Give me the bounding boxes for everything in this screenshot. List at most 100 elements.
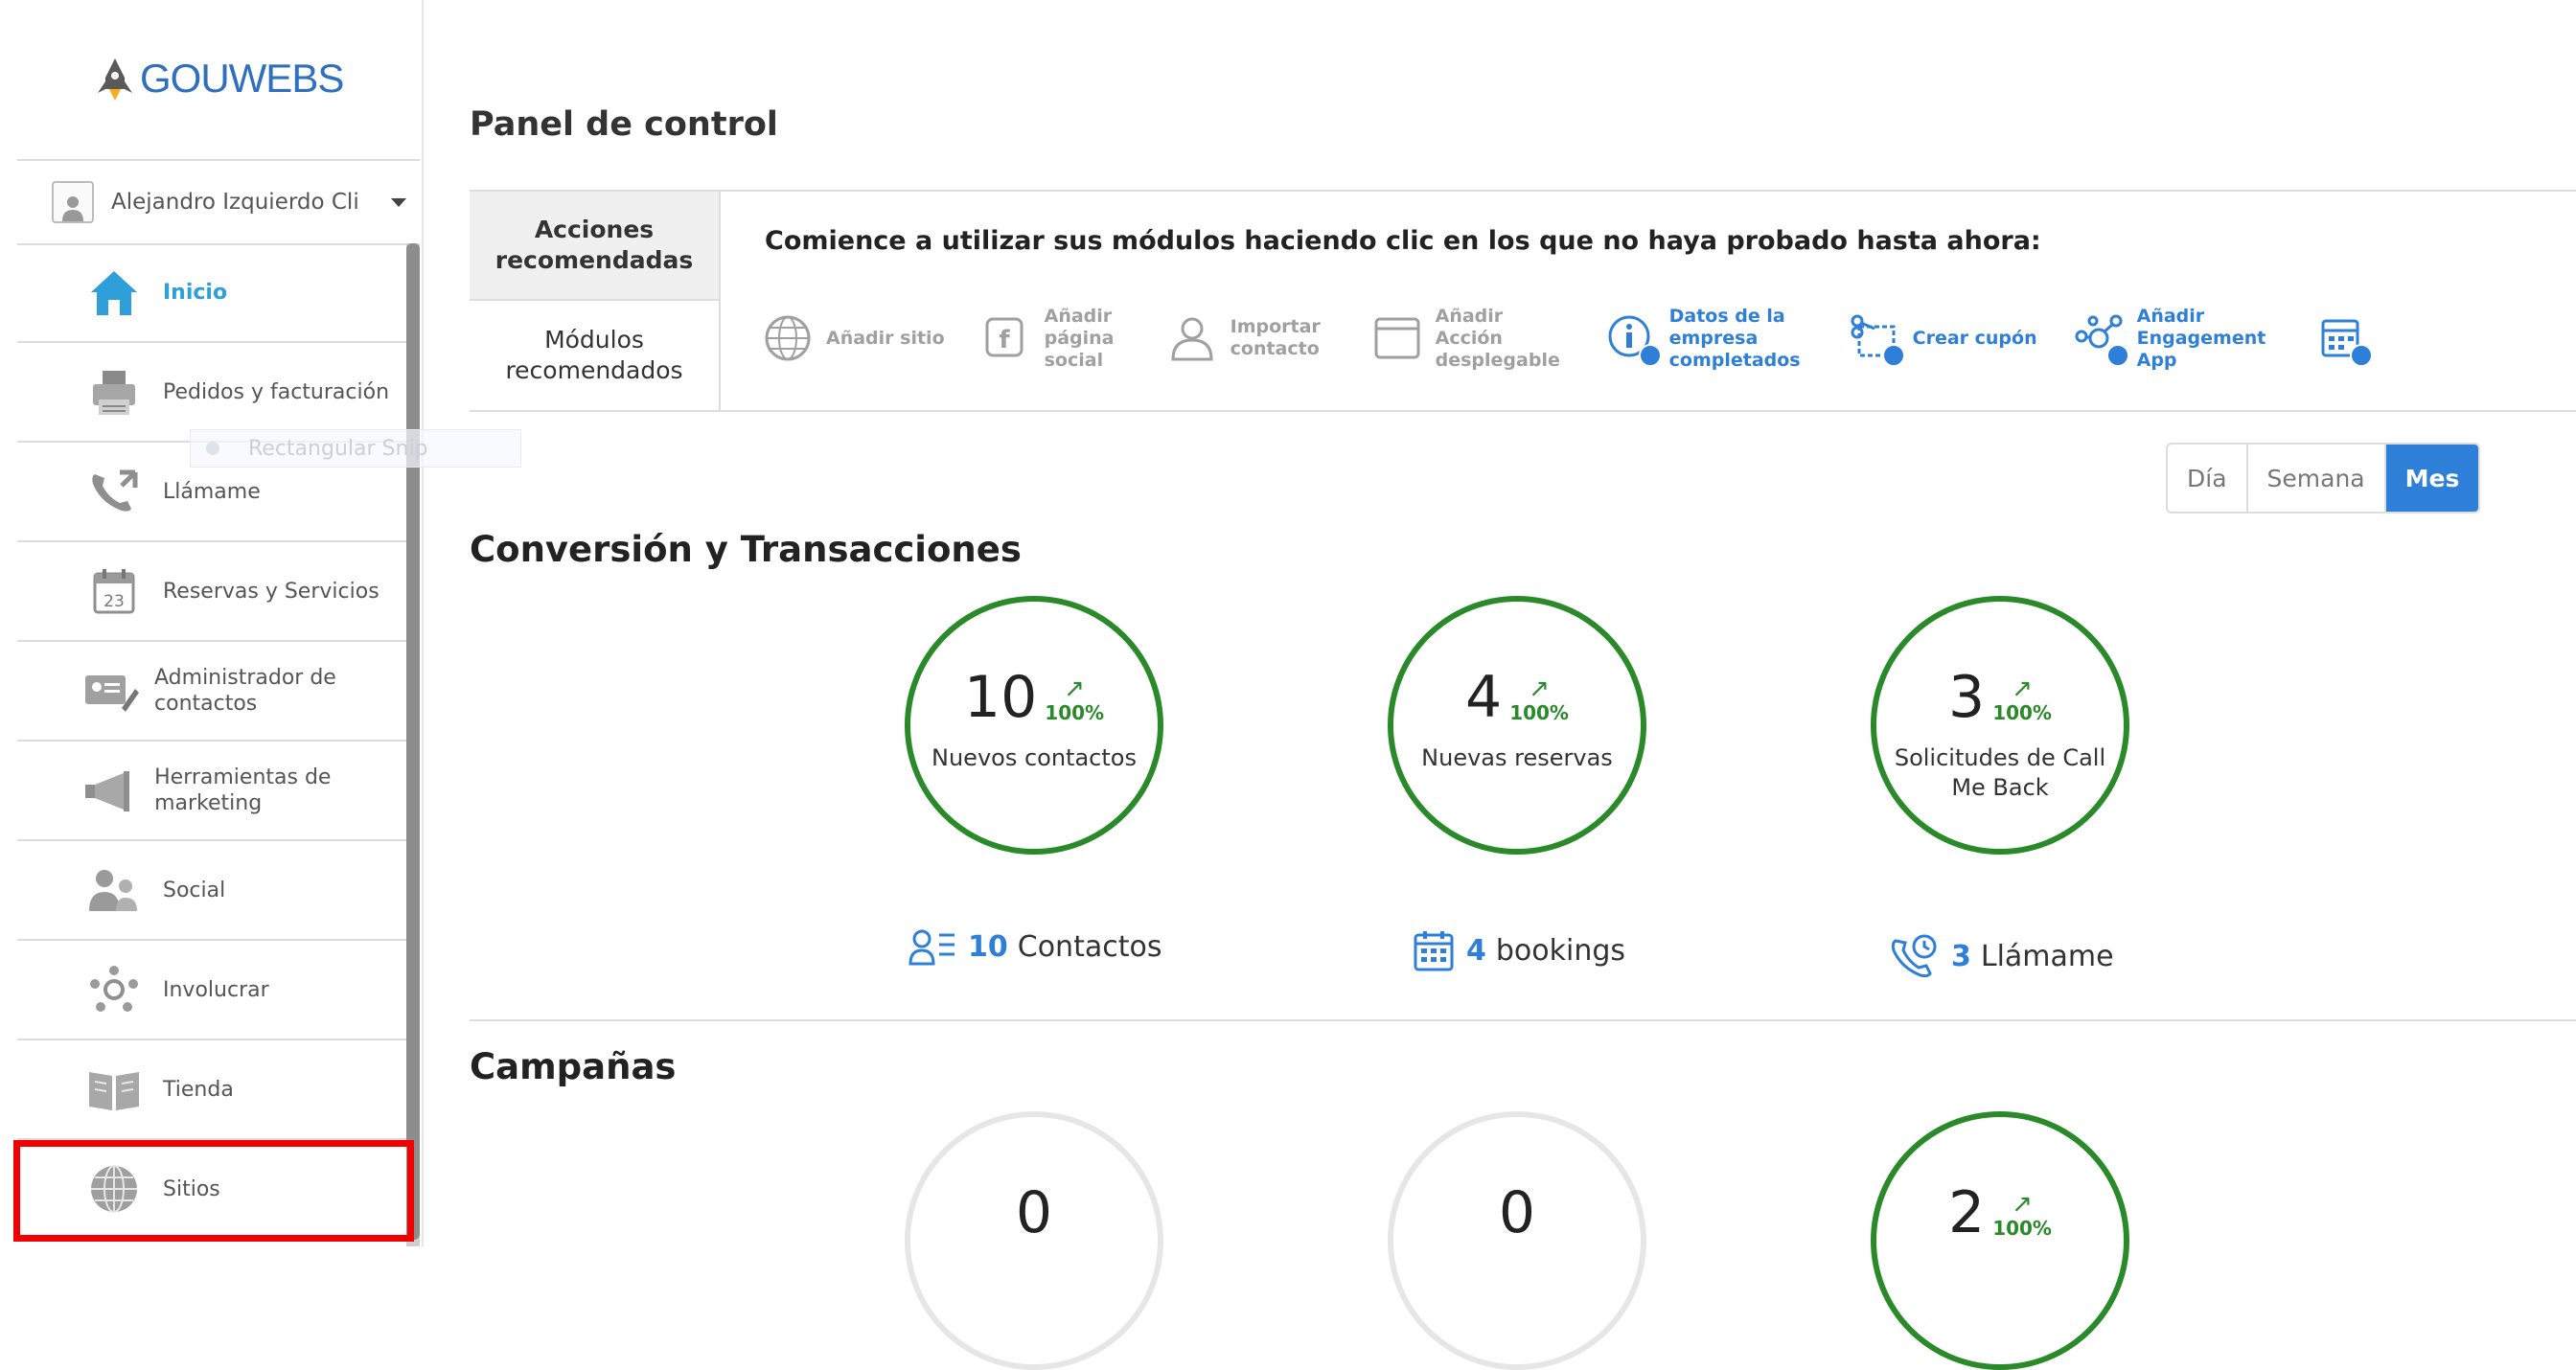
stat-value: 0: [1015, 1179, 1053, 1246]
sidebar-item-contactos[interactable]: Administrador de contactos: [17, 642, 408, 742]
date-range-toggle: Día Semana Mes: [2166, 443, 2481, 514]
stat-circle-contacts[interactable]: 10 ↗ 100% Nuevos contactos: [905, 596, 1163, 855]
brand-logo[interactable]: GOUWEBS: [96, 50, 344, 107]
check-badge-icon: [2349, 344, 2373, 367]
panel-intro-text: Comience a utilizar sus módulos haciendo…: [765, 226, 2041, 256]
user-menu[interactable]: Alejandro Izquierdo Cli: [17, 161, 420, 245]
stat-value: 3: [1948, 664, 1986, 731]
sidebar-item-involucrar[interactable]: Involucrar: [17, 941, 408, 1040]
user-name: Alejandro Izquierdo Cli: [111, 190, 359, 215]
user-icon: [1167, 313, 1217, 363]
svg-text:f: f: [999, 326, 1010, 354]
trend-indicator: ↗ 100%: [1992, 676, 2052, 724]
range-mes-button[interactable]: Mes: [2385, 445, 2479, 512]
globe-icon: [763, 313, 813, 363]
module-booking[interactable]: [2317, 313, 2380, 367]
trend-percent: 100%: [1045, 701, 1105, 724]
module-add-dropdown-action[interactable]: Añadir Acción desplegable: [1372, 306, 1570, 372]
trend-indicator: ↗ 100%: [1509, 676, 1569, 724]
tab-acciones-recomendadas[interactable]: Acciones recomendadas: [470, 192, 719, 301]
home-icon: [80, 263, 148, 321]
trend-percent: 100%: [1992, 1217, 2052, 1240]
bookings-link-label: bookings: [1495, 933, 1626, 968]
calendar-icon: [1414, 931, 1454, 971]
avatar-icon: [52, 181, 94, 223]
stat-label: Nuevos contactos: [932, 744, 1137, 771]
calendar-icon: 23: [80, 562, 148, 620]
module-add-social-page[interactable]: f Añadir página social: [981, 306, 1131, 372]
module-label: Importar contacto: [1230, 316, 1321, 359]
snip-tooltip-label: Rectangular Snip: [248, 436, 428, 461]
campaign-circle-1[interactable]: 0: [905, 1111, 1163, 1370]
range-semana-button[interactable]: Semana: [2248, 445, 2386, 512]
trend-indicator: ↗ 100%: [1992, 1192, 2052, 1240]
tab-modulos-recomendados[interactable]: Módulos recomendados: [470, 301, 719, 410]
campaign-circle-2[interactable]: 0: [1388, 1111, 1646, 1370]
sidebar-item-label: Tienda: [163, 1077, 234, 1102]
chevron-down-icon[interactable]: [391, 197, 406, 207]
window-icon: [1372, 313, 1422, 363]
sidebar-item-label: Inicio: [163, 280, 228, 305]
campaign-circle-3[interactable]: 2 ↗ 100%: [1871, 1111, 2129, 1370]
sidebar-item-social[interactable]: Social: [17, 841, 408, 941]
check-badge-icon: [2105, 344, 2129, 367]
sidebar-item-label: Llámame: [163, 479, 261, 504]
sidebar-item-inicio[interactable]: Inicio: [17, 243, 408, 343]
section-divider: [470, 1019, 2576, 1021]
panel-tabs: Acciones recomendadas Módulos recomendad…: [470, 192, 721, 410]
main-content: Panel de control Acciones recomendadas M…: [470, 0, 2576, 1370]
people-icon: [80, 861, 148, 919]
contacts-list-icon: [908, 929, 954, 966]
stat-circle-bookings[interactable]: 4 ↗ 100% Nuevas reservas: [1388, 596, 1646, 855]
phone-icon: [80, 463, 148, 520]
sidebar-item-reservas[interactable]: 23 Reservas y Servicios: [17, 542, 408, 642]
trend-up-icon: ↗: [1529, 674, 1550, 703]
module-label: Crear cupón: [1912, 327, 2037, 349]
highlight-annotation: [13, 1140, 414, 1242]
bookings-link[interactable]: 4 bookings: [1413, 929, 1625, 971]
sidebar-item-tienda[interactable]: Tienda: [17, 1040, 408, 1140]
sidebar-item-label: Involucrar: [163, 977, 269, 1002]
phone-clock-icon: [1891, 934, 1937, 978]
campaigns-section-title: Campañas: [470, 1046, 677, 1087]
sidebar: GOUWEBS Alejandro Izquierdo Cli Inicio P…: [0, 0, 424, 1246]
sidebar-nav: Inicio Pedidos y facturación Llámame 23 …: [17, 243, 408, 1240]
sidebar-item-label: Pedidos y facturación: [163, 379, 390, 404]
stat-label: Nuevas reservas: [1421, 744, 1613, 771]
module-create-coupon[interactable]: Crear cupón: [1850, 313, 2037, 367]
sidebar-item-marketing[interactable]: Herramientas de marketing: [17, 742, 408, 841]
engage-icon: [80, 961, 148, 1018]
range-dia-button[interactable]: Día: [2168, 445, 2248, 512]
conversion-section-title: Conversión y Transacciones: [470, 529, 1022, 570]
module-label: Añadir Engagement App: [2136, 305, 2266, 371]
sidebar-item-label: Herramientas de marketing: [154, 765, 332, 815]
module-label: Añadir Acción desplegable: [1435, 305, 1560, 371]
snip-dot-icon: [206, 442, 219, 455]
stat-circle-callback[interactable]: 3 ↗ 100% Solicitudes de Call Me Back: [1871, 596, 2129, 855]
stat-value: 2: [1948, 1179, 1986, 1246]
stat-value: 4: [1465, 664, 1503, 731]
contacts-link[interactable]: 10 Contactos: [908, 927, 1162, 966]
module-label: Añadir página social: [1044, 305, 1115, 371]
info-icon: [1606, 313, 1662, 367]
llamame-link[interactable]: 3 Llámame: [1890, 933, 2114, 979]
llamame-count: 3: [1951, 939, 1971, 973]
module-list: Añadir sitio f Añadir página social Impo…: [763, 295, 2417, 381]
megaphone-icon: [80, 762, 139, 819]
sidebar-item-pedidos[interactable]: Pedidos y facturación: [17, 343, 408, 443]
stat-label: Solicitudes de Call Me Back: [1894, 744, 2106, 801]
module-company-data[interactable]: Datos de la empresa completados: [1606, 306, 1813, 372]
contacts-link-label: Contactos: [1017, 929, 1162, 964]
module-import-contact[interactable]: Importar contacto: [1167, 313, 1336, 363]
sidebar-scrollbar-thumb[interactable]: [406, 243, 420, 1240]
module-add-engagement-app[interactable]: Añadir Engagement App: [2074, 306, 2281, 372]
trend-up-icon: ↗: [2012, 1190, 2033, 1219]
stat-value: 10: [963, 664, 1038, 731]
trend-up-icon: ↗: [2012, 674, 2033, 703]
module-label: Datos de la empresa completados: [1668, 305, 1801, 371]
bookings-count: 4: [1466, 933, 1486, 968]
book-icon: [80, 1061, 148, 1118]
calendar-check-icon: [2317, 313, 2373, 367]
module-add-site[interactable]: Añadir sitio: [763, 313, 945, 363]
coupon-icon: [1850, 313, 1905, 367]
